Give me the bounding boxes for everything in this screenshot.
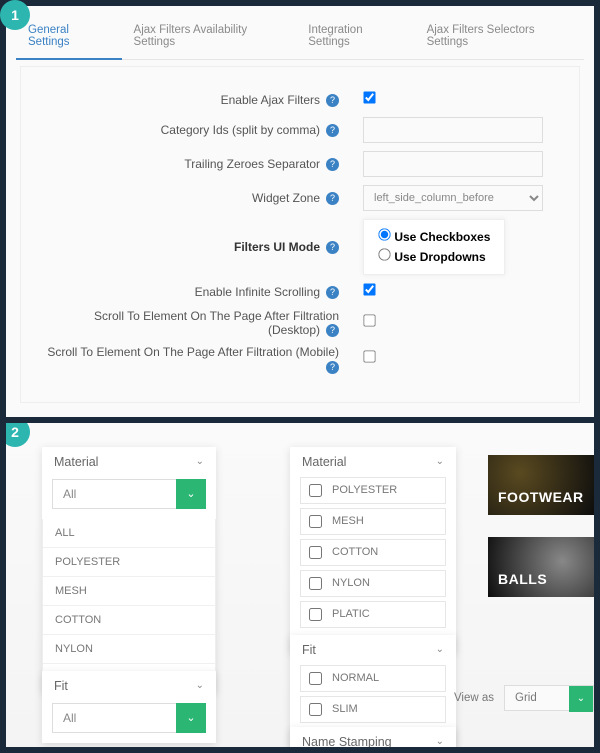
label-ui-mode: Filters UI Mode? (39, 240, 339, 254)
label-infinite: Enable Infinite Scrolling? (39, 285, 339, 299)
checkbox[interactable] (309, 608, 322, 621)
input-category-ids[interactable] (363, 117, 543, 143)
input-trailing[interactable] (363, 151, 543, 177)
label-scroll-desktop: Scroll To Element On The Page After Filt… (39, 309, 339, 337)
filter-checkbox-item[interactable]: MESH (300, 508, 446, 535)
dropdown-option[interactable]: ALL (43, 519, 215, 548)
category-tile-balls[interactable]: BALLS (488, 537, 594, 597)
chevron-down-icon[interactable]: ⌄ (196, 456, 204, 467)
tab-selectors[interactable]: Ajax Filters Selectors Settings (415, 14, 584, 59)
dropdown-option[interactable]: MESH (43, 577, 215, 606)
help-icon[interactable]: ? (326, 94, 339, 107)
help-icon[interactable]: ? (326, 361, 339, 374)
filter-name-stamping-checkboxes: Name Stamping⌄ YES (290, 727, 456, 747)
filter-checkbox-item[interactable]: NORMAL (300, 665, 446, 692)
settings-tabs: General Settings Ajax Filters Availabili… (16, 14, 584, 60)
label-scroll-mobile: Scroll To Element On The Page After Filt… (39, 345, 339, 373)
checkbox[interactable] (309, 703, 322, 716)
filter-title: Name Stamping (302, 735, 392, 747)
tab-integration[interactable]: Integration Settings (296, 14, 414, 59)
filter-checkbox-item[interactable]: POLYESTER (300, 477, 446, 504)
filter-material-checkboxes: Material ⌄ POLYESTER MESH COTTON NYLON PL… (290, 447, 456, 653)
tab-availability[interactable]: Ajax Filters Availability Settings (122, 14, 297, 59)
checkbox-infinite[interactable] (363, 283, 375, 295)
dropdown-option[interactable]: NYLON (43, 635, 215, 664)
checkbox[interactable] (309, 672, 322, 685)
filter-title: Material (54, 455, 98, 469)
radio-use-dropdowns[interactable]: Use Dropdowns (378, 246, 490, 266)
help-icon[interactable]: ? (326, 158, 339, 171)
checkbox[interactable] (309, 577, 322, 590)
help-icon[interactable]: ? (326, 286, 339, 299)
filter-checkbox-item[interactable]: NYLON (300, 570, 446, 597)
help-icon[interactable]: ? (326, 324, 339, 337)
checkbox[interactable] (309, 484, 322, 497)
filter-checkbox-item[interactable]: SLIM (300, 696, 446, 723)
checkbox[interactable] (309, 546, 322, 559)
step-badge-1: 1 (0, 0, 30, 30)
filter-checkbox-item[interactable]: PLATIC (300, 601, 446, 628)
label-category-ids: Category Ids (split by comma)? (39, 123, 339, 137)
chevron-down-icon[interactable]: ⌄ (436, 456, 444, 467)
filter-fit-dropdown: Fit⌄ All ⌄ (42, 671, 216, 743)
view-as-select[interactable]: Grid ⌄ (504, 685, 594, 711)
chevron-down-icon[interactable]: ⌄ (436, 644, 444, 655)
tab-general[interactable]: General Settings (16, 14, 122, 60)
help-icon[interactable]: ? (326, 124, 339, 137)
filter-title: Fit (54, 679, 68, 693)
filter-checkbox-item[interactable]: COTTON (300, 539, 446, 566)
filter-title: Material (302, 455, 346, 469)
help-icon[interactable]: ? (326, 241, 339, 254)
label-trailing: Trailing Zeroes Separator? (39, 157, 339, 171)
help-icon[interactable]: ? (326, 192, 339, 205)
ui-mode-radio-group: Use Checkboxes Use Dropdowns (363, 219, 505, 275)
radio-use-checkboxes[interactable]: Use Checkboxes (378, 226, 490, 246)
chevron-down-icon[interactable]: ⌄ (436, 736, 444, 747)
view-as-label: View as (454, 692, 494, 704)
dropdown-option[interactable]: COTTON (43, 606, 215, 635)
dropdown-toggle-button[interactable]: ⌄ (569, 686, 593, 712)
dropdown-toggle-button[interactable]: ⌄ (176, 703, 206, 733)
dropdown-options: ALL POLYESTER MESH COTTON NYLON PLATIC (42, 519, 216, 693)
select-widget-zone[interactable]: left_side_column_before (363, 185, 543, 211)
step-badge-2: 2 (6, 423, 30, 447)
chevron-down-icon[interactable]: ⌄ (196, 680, 204, 691)
filter-material-dropdown: Material⌄ All ⌄ ALL POLYESTER MESH COTTO… (42, 447, 216, 693)
dropdown-option[interactable]: POLYESTER (43, 548, 215, 577)
settings-form: Enable Ajax Filters? Category Ids (split… (20, 66, 580, 403)
checkbox-scroll-desktop[interactable] (363, 314, 375, 326)
dropdown-toggle-button[interactable]: ⌄ (176, 479, 206, 509)
checkbox-scroll-mobile[interactable] (363, 351, 375, 363)
category-tile-footwear[interactable]: FOOTWEAR (488, 455, 594, 515)
checkbox[interactable] (309, 515, 322, 528)
label-widget-zone: Widget Zone? (39, 191, 339, 205)
filter-title: Fit (302, 643, 316, 657)
checkbox-enable-ajax[interactable] (363, 91, 375, 103)
label-enable-ajax: Enable Ajax Filters? (39, 93, 339, 107)
